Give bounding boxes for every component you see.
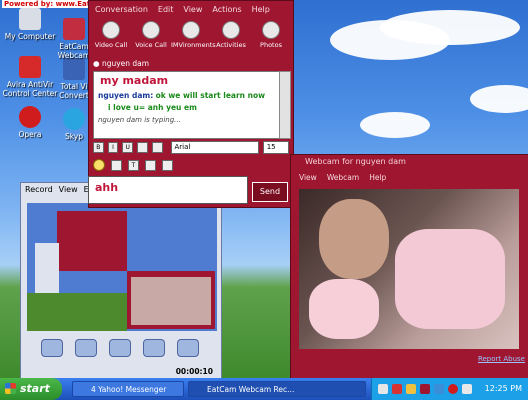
webcam-menu-webcam[interactable]: Webcam (327, 173, 359, 185)
report-abuse-link[interactable]: Report Abuse (478, 355, 525, 363)
recorder-menu-record[interactable]: Record (25, 185, 53, 199)
webcam-window: Webcam for nguyen dam View Webcam Help R… (290, 154, 528, 380)
buzz-icon[interactable] (162, 159, 173, 171)
pause-button[interactable] (41, 339, 63, 357)
stop-button[interactable] (75, 339, 97, 357)
tray-arrow-icon[interactable] (378, 384, 388, 394)
typing-indicator: nguyen dam is typing... (98, 116, 181, 124)
desktop-icon-opera[interactable]: Opera (0, 106, 60, 139)
format-toolbar: B I U Arial 15 (93, 140, 289, 154)
tray-opera-icon[interactable] (448, 384, 458, 394)
recorder-window: Record View Eff 00:00:10 (20, 182, 222, 380)
clock: 12:25 PM (484, 384, 522, 393)
photos-icon (262, 21, 280, 39)
text-color-button[interactable] (137, 141, 148, 153)
webcam-video-feed (299, 189, 519, 349)
webcam-menu-view[interactable]: View (299, 173, 317, 185)
recorder-controls (41, 339, 199, 357)
message-input[interactable]: ahh (88, 176, 248, 204)
chat-history: my madam nguyen dam: ok we will start le… (93, 71, 281, 139)
webcam-icon (102, 21, 120, 39)
opera-icon (19, 106, 41, 128)
menu-help[interactable]: Help (252, 5, 270, 19)
video-converter-icon (63, 58, 85, 80)
chat-message-contact: nguyen dam: ok we will start learn now (98, 91, 266, 100)
activities-icon (222, 21, 240, 39)
preview-webcam-thumb (127, 271, 215, 329)
windows-logo-icon (5, 383, 16, 394)
camera-button[interactable] (143, 339, 165, 357)
underline-button[interactable]: U (122, 141, 134, 153)
imvironments-icon (182, 21, 200, 39)
recorder-preview (27, 203, 217, 331)
microphone-icon (142, 21, 160, 39)
emoticon-toolbar: T (93, 158, 289, 172)
taskbar: start 4 Yahoo! Messenger EatCam Webcam R… (0, 378, 528, 400)
tray-eatcam-icon[interactable] (420, 384, 430, 394)
webcam-window-title: Webcam for nguyen dam (305, 157, 406, 166)
start-button[interactable]: start (0, 378, 62, 400)
preview-messenger-thumb (57, 211, 127, 271)
font-select[interactable]: Arial (170, 140, 259, 154)
font-icon (151, 141, 163, 153)
voice-call-button[interactable]: Voice Call (131, 19, 171, 55)
send-button[interactable]: Send (252, 182, 288, 202)
menu-actions[interactable]: Actions (212, 5, 241, 19)
system-tray: 12:25 PM (371, 378, 528, 400)
audible-icon[interactable] (111, 159, 122, 171)
messenger-toolbar: Video Call Voice Call IMVironments Activ… (89, 19, 293, 55)
video-call-button[interactable]: Video Call (91, 19, 131, 55)
imvironments-button[interactable]: IMVironments (171, 19, 216, 55)
menu-view[interactable]: View (183, 5, 202, 19)
taskbar-eatcam-recorder[interactable]: EatCam Webcam Rec... (188, 381, 366, 397)
taskbar-yahoo-messenger[interactable]: 4 Yahoo! Messenger (72, 381, 184, 397)
emoticon-icon[interactable] (93, 159, 105, 171)
webcam-menubar: View Webcam Help (291, 169, 528, 185)
skype-icon (63, 108, 85, 130)
sun-icon[interactable] (145, 159, 156, 171)
tray-avira-icon[interactable] (392, 384, 402, 394)
settings-button[interactable] (177, 339, 199, 357)
menu-edit[interactable]: Edit (158, 5, 174, 19)
chat-scrollbar[interactable] (279, 71, 291, 139)
chat-message-contact-2: i love u= anh yeu em (108, 103, 197, 112)
folder-button[interactable] (109, 339, 131, 357)
record-timer: 00:00:10 (175, 367, 213, 376)
tray-messenger-icon[interactable] (406, 384, 416, 394)
text-style-icon[interactable]: T (128, 159, 139, 171)
photos-button[interactable]: Photos (251, 19, 291, 55)
desktop-icon-skype[interactable]: Skyp (56, 108, 92, 141)
chat-message-self: my madam (100, 74, 169, 87)
tray-network-icon[interactable] (434, 384, 444, 394)
webcam-menu-help[interactable]: Help (369, 173, 386, 185)
font-size-select[interactable]: 15 (262, 140, 289, 154)
recorder-menu-view[interactable]: View (59, 185, 78, 199)
messenger-menubar: Conversation Edit View Actions Help (89, 1, 293, 19)
menu-conversation[interactable]: Conversation (95, 5, 148, 19)
computer-icon (19, 8, 41, 30)
italic-button[interactable]: I (107, 141, 119, 153)
eatcam-icon (63, 18, 85, 40)
bold-button[interactable]: B (93, 141, 104, 153)
activities-button[interactable]: Activities (211, 19, 251, 55)
tray-volume-icon[interactable] (462, 384, 472, 394)
desktop-icon-my-computer[interactable]: My Computer (0, 8, 60, 41)
avira-icon (19, 56, 41, 78)
